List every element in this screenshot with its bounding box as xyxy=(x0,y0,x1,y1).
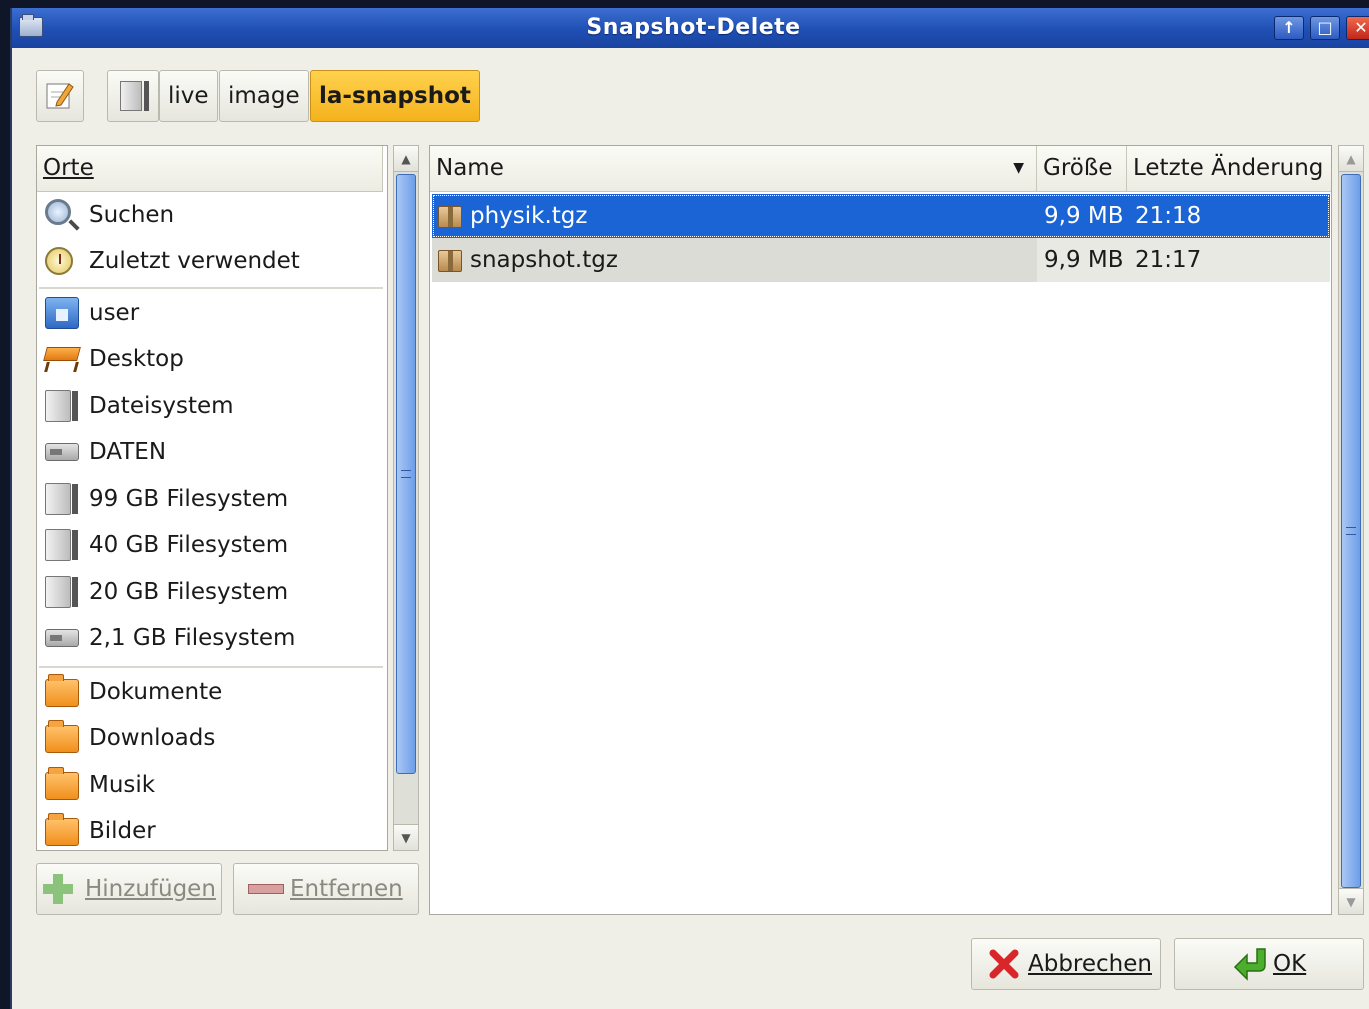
column-header-name[interactable]: Name ▼ xyxy=(430,146,1037,192)
cancel-x-icon xyxy=(989,949,1019,979)
place-2gb[interactable]: 2,1 GB Filesystem xyxy=(41,616,381,660)
place-desktop[interactable]: Desktop xyxy=(41,337,381,381)
restore-button[interactable]: □ xyxy=(1310,16,1340,40)
file-list-scrollbar[interactable]: ▲ ▼ xyxy=(1338,145,1364,915)
file-list-scroll-thumb[interactable] xyxy=(1341,174,1361,888)
place-bilder[interactable]: Bilder xyxy=(41,809,381,850)
path-crumb-image[interactable]: image xyxy=(219,70,309,122)
cancel-button[interactable]: Abbrechen xyxy=(971,938,1161,990)
folder-icon xyxy=(45,813,79,846)
place-daten[interactable]: DATEN xyxy=(41,430,381,474)
ok-arrow-icon xyxy=(1233,948,1266,981)
column-header-modified[interactable]: Letzte Änderung xyxy=(1127,146,1331,192)
place-dokumente[interactable]: Dokumente xyxy=(41,670,381,714)
edit-pencil-icon xyxy=(46,83,74,109)
places-header[interactable]: Orte xyxy=(37,146,383,192)
path-crumb-live[interactable]: live xyxy=(159,70,218,122)
archive-icon xyxy=(438,206,462,228)
path-crumb-la-snapshot[interactable]: la-snapshot xyxy=(310,70,480,122)
column-header-size[interactable]: Größe xyxy=(1037,146,1127,192)
place-40gb[interactable]: 40 GB Filesystem xyxy=(41,523,381,567)
scroll-down-arrow-icon[interactable]: ▼ xyxy=(394,824,418,850)
window-title: Snapshot-Delete xyxy=(586,15,801,40)
harddisk-icon xyxy=(45,443,79,461)
search-icon xyxy=(45,199,71,225)
folder-icon xyxy=(45,720,79,753)
folder-icon xyxy=(45,767,79,800)
places-separator xyxy=(39,287,383,289)
place-downloads[interactable]: Downloads xyxy=(41,716,381,760)
place-20gb[interactable]: 20 GB Filesystem xyxy=(41,570,381,614)
home-folder-icon xyxy=(45,297,79,329)
file-chooser-dialog: Snapshot-Delete ↑ □ ✕ live image la-snap… xyxy=(10,8,1369,1009)
folder-icon xyxy=(45,674,79,707)
maximize-up-button[interactable]: ↑ xyxy=(1274,16,1304,40)
clock-icon xyxy=(45,247,73,275)
places-separator xyxy=(39,666,383,668)
places-sidebar: Orte Suchen Zuletzt verwendet user Deskt… xyxy=(36,145,388,851)
scroll-down-arrow-icon[interactable]: ▼ xyxy=(1339,888,1363,914)
minus-icon xyxy=(248,884,284,894)
desktop-icon xyxy=(43,347,81,361)
places-scrollbar[interactable]: ▲ ▼ xyxy=(393,145,419,851)
scroll-up-arrow-icon[interactable]: ▲ xyxy=(394,146,418,172)
scroll-up-arrow-icon[interactable]: ▲ xyxy=(1339,146,1363,172)
drive-icon xyxy=(45,390,78,422)
drive-icon xyxy=(45,529,78,561)
file-row-physik[interactable]: physik.tgz 9,9 MB 21:18 xyxy=(432,194,1330,238)
file-list: Name ▼ Größe Letzte Änderung physik.tgz … xyxy=(429,145,1332,915)
type-location-button[interactable] xyxy=(36,70,84,122)
places-scroll-thumb[interactable] xyxy=(396,174,416,774)
file-row-snapshot[interactable]: snapshot.tgz 9,9 MB 21:17 xyxy=(432,238,1330,282)
remove-place-button[interactable]: Entfernen xyxy=(233,863,419,915)
place-search[interactable]: Suchen xyxy=(41,193,381,237)
place-user[interactable]: user xyxy=(41,291,381,335)
archive-icon xyxy=(438,250,462,272)
title-bar[interactable]: Snapshot-Delete ↑ □ ✕ xyxy=(12,8,1369,48)
harddisk-icon xyxy=(45,629,79,647)
place-99gb[interactable]: 99 GB Filesystem xyxy=(41,477,381,521)
sort-descending-icon: ▼ xyxy=(1013,160,1024,176)
place-filesystem[interactable]: Dateisystem xyxy=(41,384,381,428)
path-root-drive-button[interactable] xyxy=(107,70,159,122)
ok-button[interactable]: OK xyxy=(1174,938,1364,990)
place-musik[interactable]: Musik xyxy=(41,763,381,807)
drive-icon xyxy=(45,483,78,515)
place-recent[interactable]: Zuletzt verwendet xyxy=(41,239,381,283)
drive-icon xyxy=(120,81,142,111)
add-place-button[interactable]: Hinzufügen xyxy=(36,863,222,915)
close-button[interactable]: ✕ xyxy=(1346,16,1369,40)
drive-icon xyxy=(45,576,78,608)
